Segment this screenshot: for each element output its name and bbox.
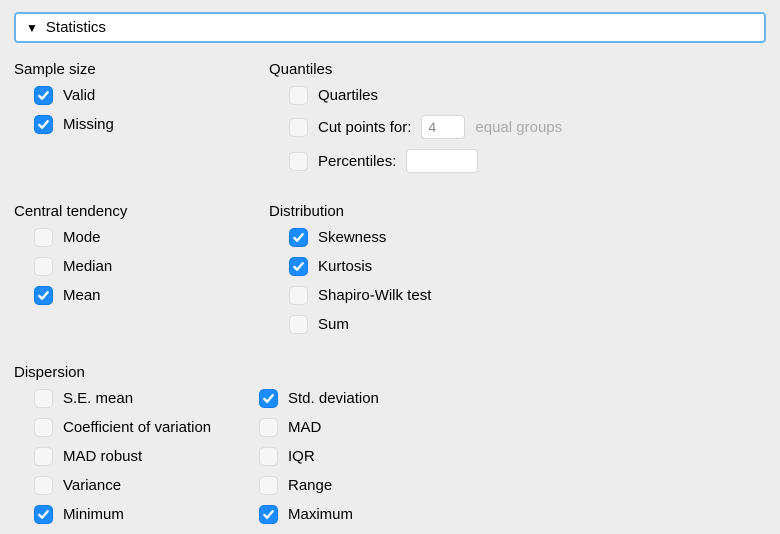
panel-header[interactable]: ▼ Statistics — [14, 12, 766, 43]
collapse-triangle-icon: ▼ — [26, 22, 38, 34]
section-sample-size-title: Sample size — [14, 61, 269, 78]
label-kurtosis: Kurtosis — [318, 258, 372, 275]
label-percentiles: Percentiles: — [318, 153, 396, 170]
checkbox-cut-points[interactable] — [289, 118, 308, 137]
checkbox-shapiro[interactable] — [289, 286, 308, 305]
section-dispersion-title: Dispersion — [14, 364, 766, 381]
label-cov: Coefficient of variation — [63, 419, 211, 436]
checkbox-percentiles[interactable] — [289, 152, 308, 171]
label-skewness: Skewness — [318, 229, 386, 246]
label-median: Median — [63, 258, 112, 275]
label-std-dev: Std. deviation — [288, 390, 379, 407]
checkbox-median[interactable] — [34, 257, 53, 276]
checkbox-std-dev[interactable] — [259, 389, 278, 408]
checkbox-mode[interactable] — [34, 228, 53, 247]
checkbox-iqr[interactable] — [259, 447, 278, 466]
checkbox-variance[interactable] — [34, 476, 53, 495]
label-valid: Valid — [63, 87, 95, 104]
label-minimum: Minimum — [63, 506, 124, 523]
label-se-mean: S.E. mean — [63, 390, 133, 407]
checkbox-se-mean[interactable] — [34, 389, 53, 408]
label-iqr: IQR — [288, 448, 315, 465]
checkbox-valid[interactable] — [34, 86, 53, 105]
label-maximum: Maximum — [288, 506, 353, 523]
checkbox-sum[interactable] — [289, 315, 308, 334]
checkbox-quartiles[interactable] — [289, 86, 308, 105]
label-equal-groups: equal groups — [475, 119, 562, 136]
checkbox-maximum[interactable] — [259, 505, 278, 524]
label-mode: Mode — [63, 229, 101, 246]
label-mean: Mean — [63, 287, 101, 304]
checkbox-minimum[interactable] — [34, 505, 53, 524]
label-range: Range — [288, 477, 332, 494]
checkbox-mean[interactable] — [34, 286, 53, 305]
checkbox-kurtosis[interactable] — [289, 257, 308, 276]
label-quartiles: Quartiles — [318, 87, 378, 104]
input-cut-points[interactable] — [421, 115, 465, 139]
section-central-tendency-title: Central tendency — [14, 203, 269, 220]
panel-title: Statistics — [46, 19, 106, 36]
checkbox-mad[interactable] — [259, 418, 278, 437]
checkbox-missing[interactable] — [34, 115, 53, 134]
checkbox-mad-robust[interactable] — [34, 447, 53, 466]
section-quantiles-title: Quantiles — [269, 61, 739, 78]
label-cut-points: Cut points for: — [318, 119, 411, 136]
checkbox-cov[interactable] — [34, 418, 53, 437]
checkbox-range[interactable] — [259, 476, 278, 495]
input-percentiles[interactable] — [406, 149, 478, 173]
label-shapiro: Shapiro-Wilk test — [318, 287, 431, 304]
label-mad-robust: MAD robust — [63, 448, 142, 465]
label-sum: Sum — [318, 316, 349, 333]
section-distribution-title: Distribution — [269, 203, 739, 220]
label-variance: Variance — [63, 477, 121, 494]
label-mad: MAD — [288, 419, 321, 436]
checkbox-skewness[interactable] — [289, 228, 308, 247]
label-missing: Missing — [63, 116, 114, 133]
